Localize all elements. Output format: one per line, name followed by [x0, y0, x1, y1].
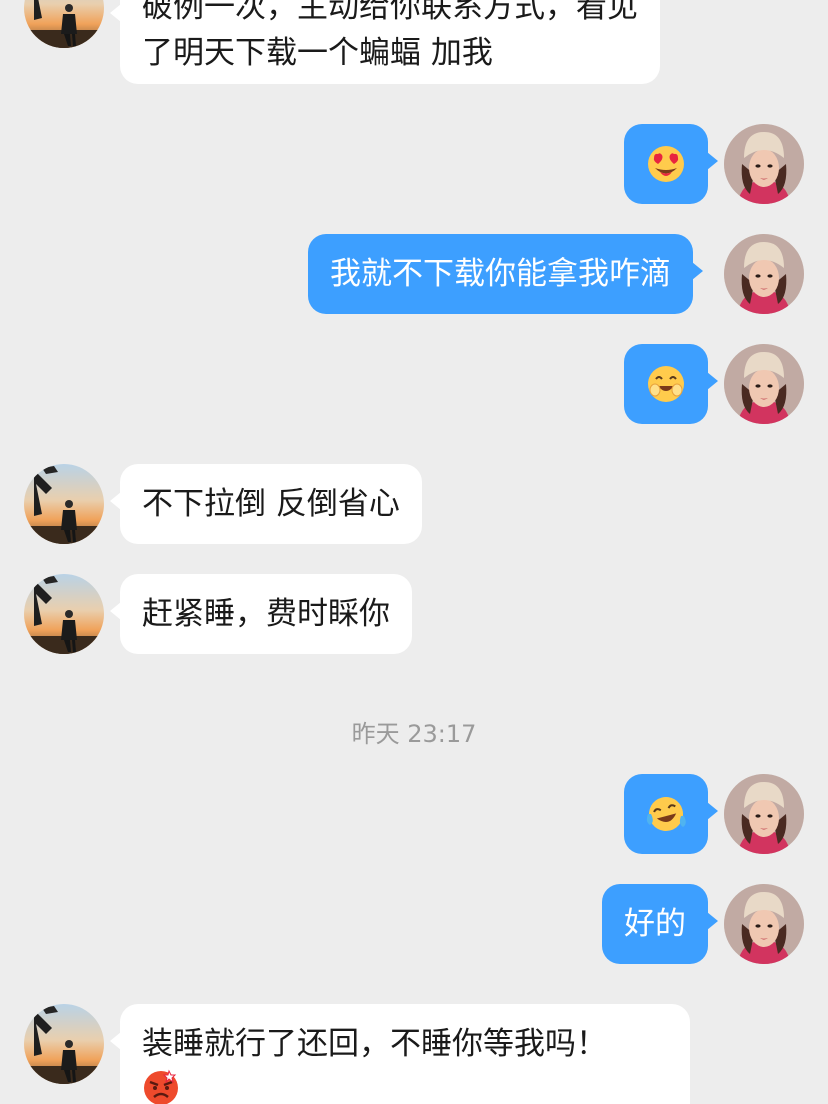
- message-text: 好的: [624, 906, 686, 942]
- outgoing-emoji-bubble[interactable]: [624, 344, 718, 424]
- message-text-line: 破例一次，主动给你联系方式，看见: [142, 0, 638, 25]
- outgoing-emoji-bubble[interactable]: [624, 774, 718, 854]
- heart-eyes-emoji-icon: [646, 144, 686, 184]
- my-avatar[interactable]: [724, 124, 804, 204]
- incoming-message-bubble[interactable]: 装睡就行了还回，不睡你等我吗！: [110, 1004, 690, 1104]
- message-text: 不下拉倒 反倒省心: [142, 486, 400, 522]
- outgoing-emoji-bubble[interactable]: [624, 124, 718, 204]
- chat-view[interactable]: 破例一次，主动给你联系方式，看见 了明天下载一个蝙蝠 加我 我就不下载你能拿我咋…: [0, 0, 828, 1104]
- message-text: 我就不下载你能拿我咋滴: [330, 256, 671, 292]
- my-avatar[interactable]: [724, 884, 804, 964]
- angry-face-emoji-icon: [142, 1069, 668, 1104]
- my-avatar[interactable]: [724, 344, 804, 424]
- message-text-line: 了明天下载一个蝙蝠 加我: [142, 35, 493, 71]
- outgoing-message-bubble[interactable]: 好的: [602, 884, 718, 964]
- message-text: 赶紧睡，费时睬你: [142, 596, 390, 632]
- incoming-message-bubble[interactable]: 赶紧睡，费时睬你: [110, 574, 412, 654]
- tears-of-joy-emoji-icon: [645, 794, 687, 834]
- incoming-message-bubble[interactable]: 破例一次，主动给你联系方式，看见 了明天下载一个蝙蝠 加我: [110, 0, 660, 84]
- message-timestamp: 昨天 23:17: [351, 720, 477, 748]
- my-avatar[interactable]: [724, 774, 804, 854]
- contact-avatar[interactable]: [24, 0, 104, 48]
- outgoing-message-bubble[interactable]: 我就不下载你能拿我咋滴: [308, 234, 703, 314]
- contact-avatar[interactable]: [24, 574, 104, 654]
- message-text-line: 装睡就行了还回，不睡你等我吗！: [142, 1026, 607, 1062]
- contact-avatar[interactable]: [24, 464, 104, 544]
- my-avatar[interactable]: [724, 234, 804, 314]
- blushing-smile-emoji-icon: [646, 364, 686, 404]
- incoming-message-bubble[interactable]: 不下拉倒 反倒省心: [110, 464, 422, 544]
- contact-avatar[interactable]: [24, 1004, 104, 1084]
